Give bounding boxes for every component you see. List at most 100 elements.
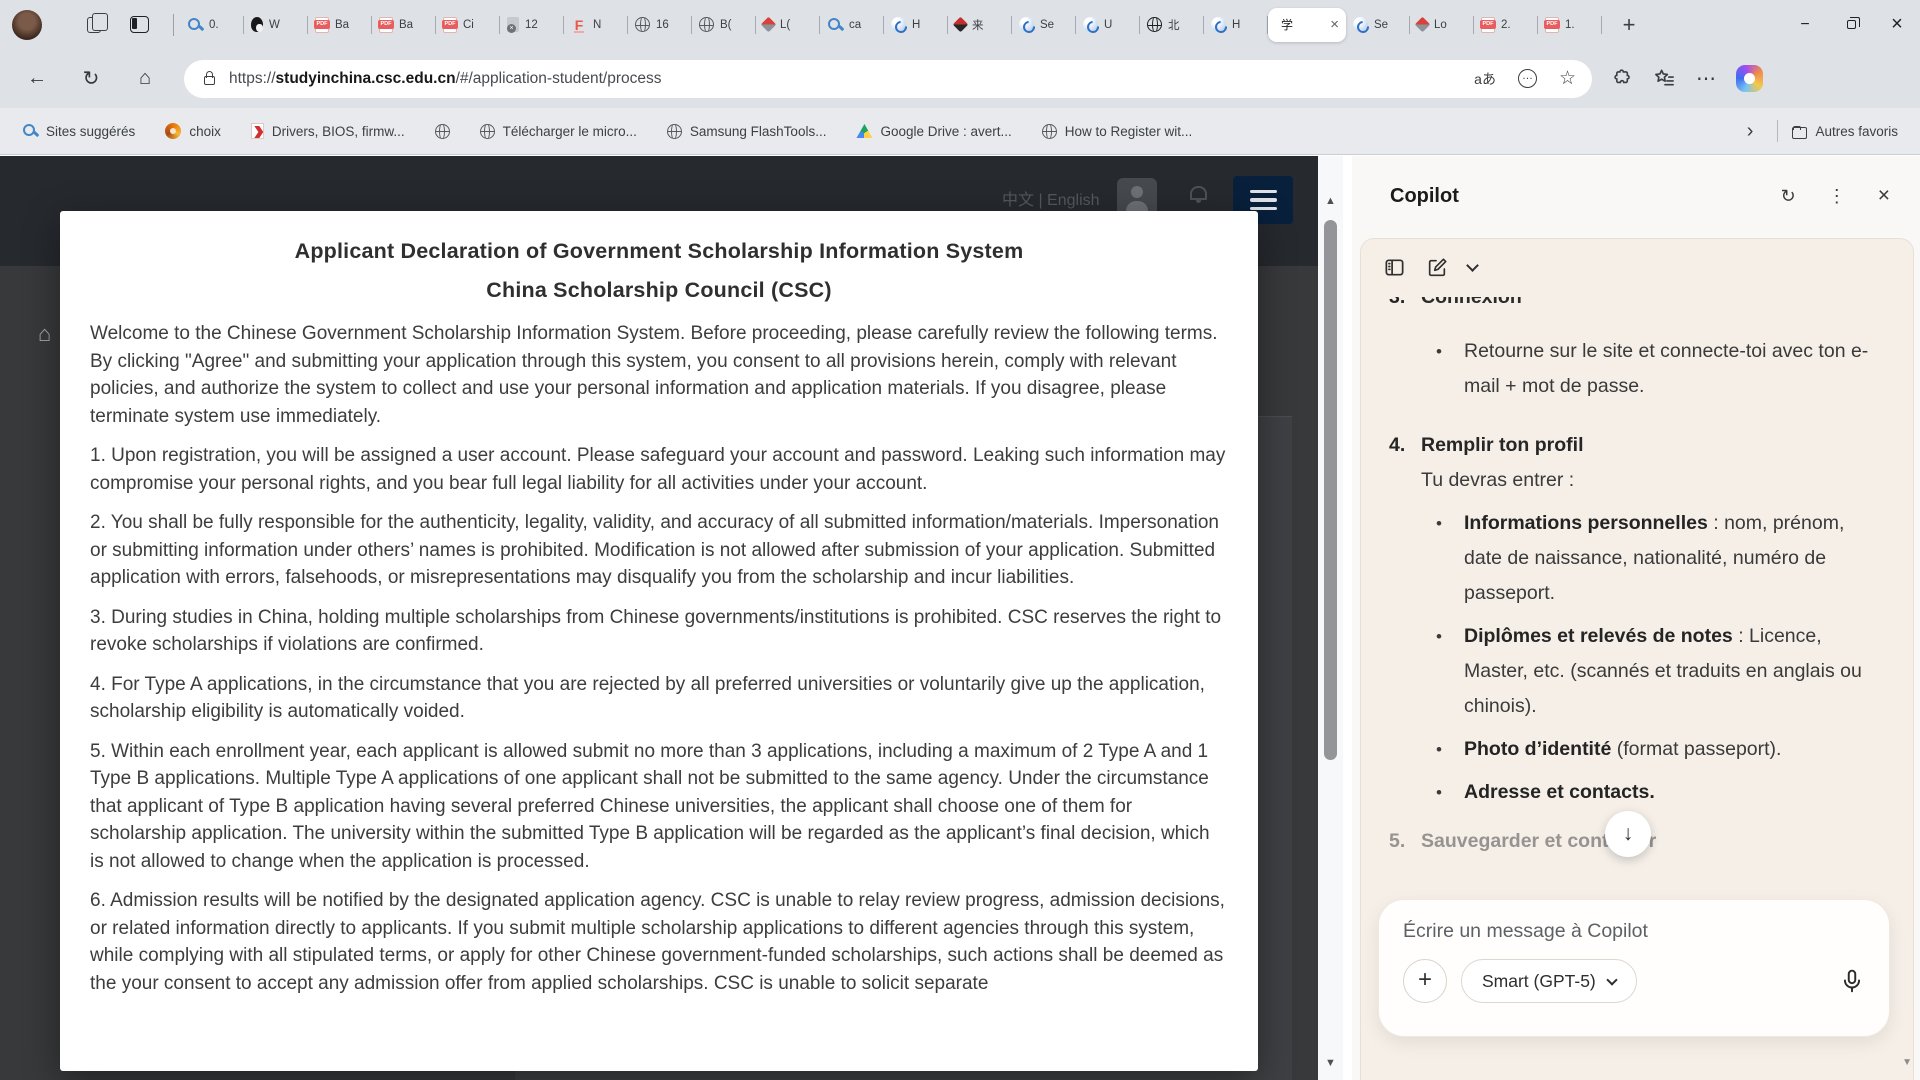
- new-chat-icon[interactable]: [1426, 257, 1448, 279]
- browser-tab[interactable]: ca: [820, 8, 884, 42]
- bookmark-item[interactable]: choix: [165, 123, 221, 139]
- browser-tab[interactable]: H: [884, 8, 948, 42]
- browser-tab[interactable]: Ba: [372, 8, 436, 42]
- scroll-to-bottom-button[interactable]: ↓: [1605, 811, 1651, 857]
- bookmark-item[interactable]: How to Register wit...: [1042, 124, 1193, 139]
- list-item: • Photo d’identité (format passeport).: [1389, 732, 1885, 767]
- refresh-icon[interactable]: ↻: [74, 62, 108, 96]
- tab-title: 2.: [1501, 19, 1531, 31]
- bookmark-favicon: [435, 124, 450, 139]
- tab-close-icon[interactable]: ×: [1330, 16, 1339, 33]
- copilot-refresh-icon[interactable]: ↻: [1781, 186, 1796, 207]
- copilot-icon[interactable]: [1736, 65, 1763, 92]
- page-scrollbar[interactable]: ▲ ▼: [1318, 156, 1343, 1080]
- reader-options-icon[interactable]: …: [1518, 69, 1537, 88]
- bookmarks-bar: Sites suggérés choix Drivers, BIOS, firm…: [0, 108, 1920, 155]
- copilot-toolbar: [1361, 239, 1913, 279]
- favorites-collections-icon[interactable]: [1653, 67, 1676, 90]
- declaration-paragraph: 5. Within each enrollment year, each app…: [90, 738, 1228, 876]
- tab-title: L(: [780, 19, 813, 31]
- declaration-paragraph: 4. For Type A applications, in the circu…: [90, 671, 1228, 726]
- other-favorites-button[interactable]: Autres favoris: [1792, 124, 1898, 139]
- restore-button[interactable]: [1828, 0, 1874, 49]
- tab-actions-icon[interactable]: [130, 16, 149, 33]
- bookmark-item[interactable]: Télécharger le micro...: [480, 124, 637, 139]
- home-icon[interactable]: ⌂: [128, 62, 162, 96]
- workspaces-icon[interactable]: [84, 15, 104, 35]
- tab-title: H: [912, 19, 941, 31]
- sidebar-toggle-icon[interactable]: [1383, 256, 1406, 279]
- bookmark-item[interactable]: [435, 124, 450, 139]
- breadcrumb-home-icon[interactable]: ⌂: [38, 321, 51, 347]
- browser-tab[interactable]: W: [244, 8, 308, 42]
- browser-tab[interactable]: Lo: [1410, 8, 1474, 42]
- chevron-down-icon[interactable]: [1466, 259, 1479, 272]
- scrollbar-thumb[interactable]: [1324, 220, 1337, 760]
- address-bar[interactable]: https://studyinchina.csc.edu.cn/#/applic…: [184, 60, 1592, 98]
- tab-favicon: [635, 17, 650, 32]
- close-window-button[interactable]: ×: [1874, 0, 1920, 49]
- tab-title: Se: [1040, 19, 1069, 31]
- tab-title: U: [1104, 19, 1133, 31]
- browser-tab[interactable]: 0.: [180, 8, 244, 42]
- browser-tab[interactable]: U: [1076, 8, 1140, 42]
- browser-profile-avatar[interactable]: [12, 10, 42, 40]
- microphone-icon[interactable]: [1839, 968, 1865, 994]
- browser-tab[interactable]: 2.: [1474, 8, 1538, 42]
- browser-tab[interactable]: 学 ×: [1268, 8, 1346, 42]
- browser-tab[interactable]: N: [564, 8, 628, 42]
- bookmark-item[interactable]: Samsung FlashTools...: [667, 124, 827, 139]
- bookmark-item[interactable]: Sites suggérés: [22, 123, 135, 139]
- translate-icon[interactable]: aあ: [1474, 69, 1496, 89]
- model-selector[interactable]: Smart (GPT-5): [1461, 959, 1637, 1003]
- tab-favicon: [1481, 17, 1495, 33]
- bookmark-favicon: [856, 124, 872, 138]
- browser-tab[interactable]: 来: [948, 8, 1012, 42]
- back-icon[interactable]: ←: [20, 62, 54, 96]
- declaration-paragraph: Welcome to the Chinese Government Schola…: [90, 320, 1228, 430]
- url-text[interactable]: https://studyinchina.csc.edu.cn/#/applic…: [229, 70, 662, 88]
- step-4-bullets: • Informations personnelles : nom, préno…: [1389, 506, 1885, 810]
- browser-tab[interactable]: Se: [1346, 8, 1410, 42]
- bookmark-item[interactable]: Google Drive : avert...: [856, 124, 1011, 139]
- browser-tab[interactable]: 1.: [1538, 8, 1602, 42]
- scroll-up-icon[interactable]: ▲: [1325, 194, 1336, 208]
- copilot-more-icon[interactable]: ⋮: [1828, 186, 1846, 207]
- tab-favicon: [1083, 17, 1098, 32]
- attach-plus-button[interactable]: +: [1403, 959, 1447, 1003]
- tab-title: 来: [972, 17, 1005, 33]
- browser-tab[interactable]: 16: [628, 8, 692, 42]
- tab-favicon: [251, 17, 263, 32]
- tab-title: B(: [720, 19, 749, 31]
- bookmark-favicon: [251, 123, 264, 139]
- sidebar-scroll-down-icon[interactable]: ▼: [1902, 1057, 1912, 1068]
- copilot-panel: 3.Connexion • Retourne sur le site et co…: [1360, 238, 1914, 1080]
- browser-tab[interactable]: H: [1204, 8, 1268, 42]
- declaration-paragraph: 2. You shall be fully responsible for th…: [90, 509, 1228, 592]
- bookmark-item[interactable]: Drivers, BIOS, firmw...: [251, 123, 405, 139]
- scroll-down-icon[interactable]: ▼: [1325, 1056, 1336, 1070]
- copilot-close-icon[interactable]: ×: [1878, 184, 1890, 208]
- favorite-star-icon[interactable]: ☆: [1559, 67, 1576, 90]
- browser-tab[interactable]: 北: [1140, 8, 1204, 42]
- tab-favicon: [1545, 17, 1559, 33]
- new-tab-button[interactable]: +: [1614, 10, 1644, 40]
- language-switch[interactable]: 中文 | English: [1002, 186, 1100, 210]
- browser-tab[interactable]: Se: [1012, 8, 1076, 42]
- message-input[interactable]: [1403, 920, 1865, 943]
- browser-tab[interactable]: Ci: [436, 8, 500, 42]
- browser-tab[interactable]: B(: [692, 8, 756, 42]
- window-controls: − ×: [1782, 0, 1920, 49]
- settings-more-icon[interactable]: ⋯: [1696, 62, 1716, 96]
- minimize-button[interactable]: −: [1782, 0, 1828, 49]
- bookmarks-overflow-chevron[interactable]: ›: [1737, 120, 1764, 143]
- extensions-puzzle-icon[interactable]: [1612, 68, 1633, 89]
- browser-tab[interactable]: Ba: [308, 8, 372, 42]
- tab-favicon: [1353, 17, 1368, 32]
- copilot-composer: + Smart (GPT-5): [1378, 899, 1890, 1037]
- tab-strip: 0. W Ba Ba Ci: [180, 0, 1602, 49]
- browser-tab[interactable]: L(: [756, 8, 820, 42]
- browser-tab[interactable]: 12: [500, 8, 564, 42]
- notifications-bell-icon[interactable]: [1190, 186, 1207, 200]
- list-item: • Diplômes et relevés de notes : Licence…: [1389, 619, 1885, 724]
